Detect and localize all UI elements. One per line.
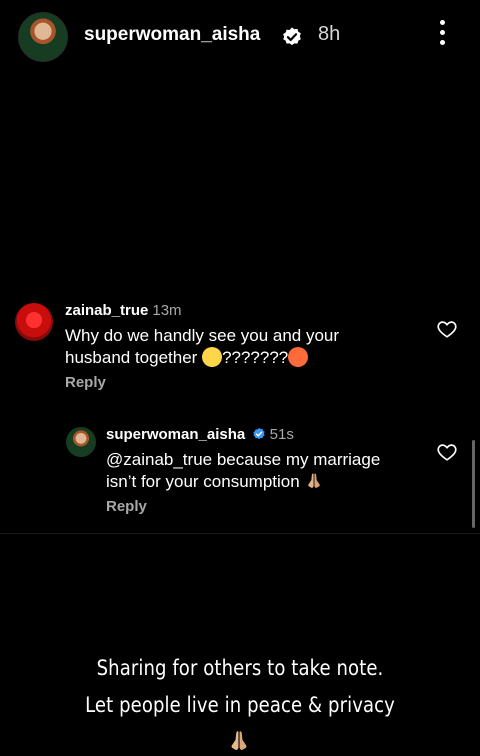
heart-icon[interactable]: [436, 318, 458, 340]
comment-time: 13m: [152, 302, 182, 319]
scrollbar[interactable]: [472, 440, 475, 528]
reply-button[interactable]: Reply: [65, 374, 106, 391]
comment-header: zainab_true 13m: [65, 302, 182, 320]
folded-hands-emoji-icon: [231, 731, 247, 750]
reply-header: superwoman_aisha 51s: [106, 426, 294, 444]
reply-text-line2: isn’t for your consumption: [106, 471, 426, 493]
reply-text-part: isn’t for your consumption: [106, 472, 305, 491]
more-vertical-icon[interactable]: [436, 20, 448, 50]
eye-roll-emoji-icon: [202, 347, 223, 367]
reply-text: @zainab_true because my marriage isn’t f…: [106, 449, 426, 493]
divider: [0, 533, 480, 534]
reply-text-line1: @zainab_true because my marriage: [106, 450, 381, 469]
reply-avatar[interactable]: [66, 427, 96, 457]
heart-icon[interactable]: [436, 441, 458, 463]
story-username[interactable]: superwoman_aisha: [84, 24, 260, 46]
comment-text-line1: Why do we handly see you and your: [65, 326, 340, 345]
commenter-avatar[interactable]: [15, 303, 53, 341]
comment-text: Why do we handly see you and your husban…: [65, 325, 425, 369]
reply-time: 51s: [269, 426, 294, 443]
caption-line2: Let people live in peace & privacy: [85, 693, 395, 717]
verified-badge-icon: [283, 27, 301, 46]
caption-line1: Sharing for others to take note.: [96, 656, 384, 680]
comment-text-part: husband together: [65, 348, 203, 367]
story-timestamp: 8h: [318, 23, 341, 45]
comment-text-part: ???????: [222, 348, 289, 367]
angry-face-emoji-icon: [288, 347, 309, 367]
reply-username[interactable]: superwoman_aisha: [106, 426, 245, 443]
comment-text-line2: husband together ???????: [65, 347, 425, 369]
verified-badge-icon: [253, 427, 265, 440]
folded-hands-emoji-icon: [308, 473, 321, 488]
story-avatar[interactable]: [18, 12, 68, 62]
reply-button[interactable]: Reply: [106, 498, 147, 515]
comment-username[interactable]: zainab_true: [65, 302, 148, 319]
